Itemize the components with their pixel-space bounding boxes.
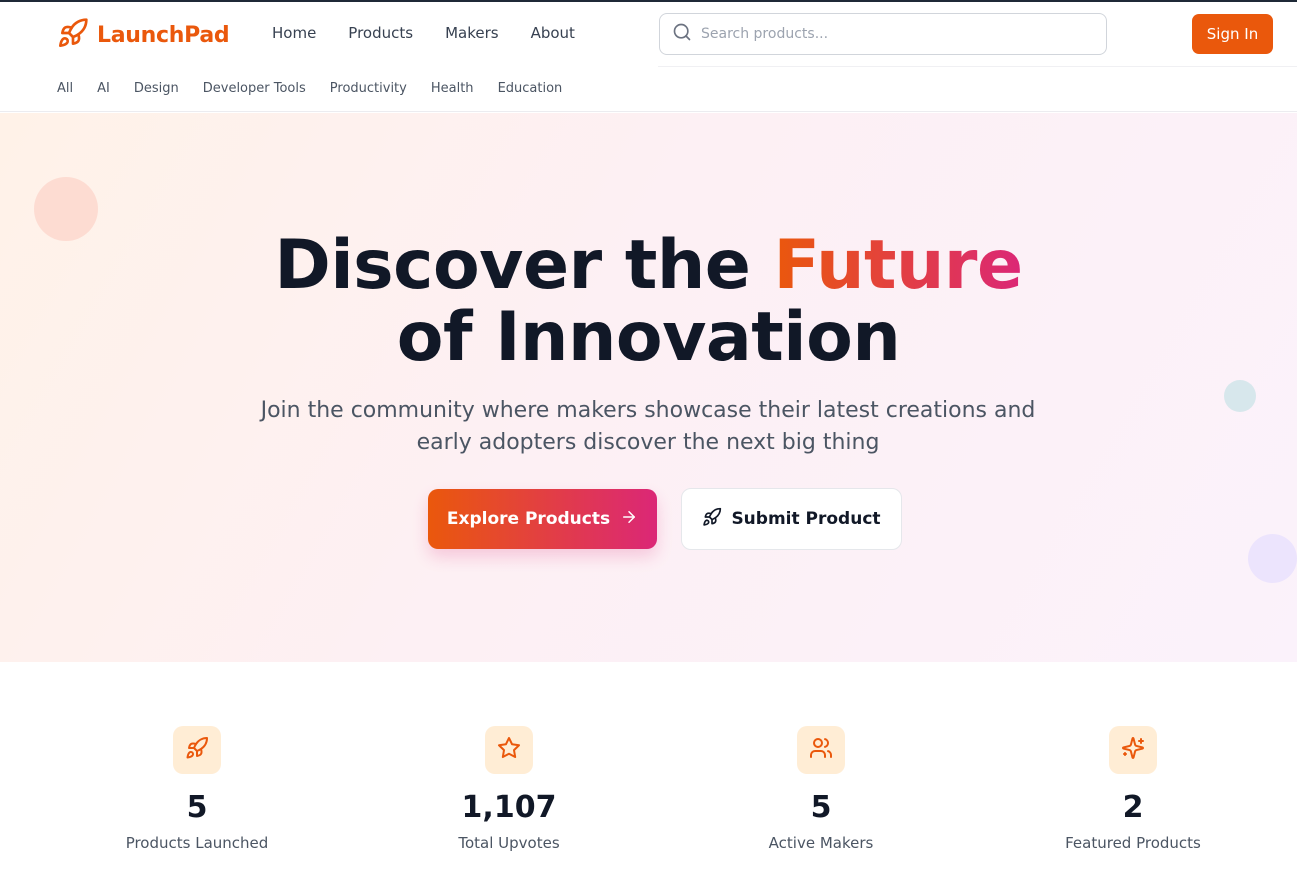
main-navbar: LaunchPad Home Products Makers About Sig… (0, 2, 1297, 67)
brand-logo[interactable]: LaunchPad (57, 17, 230, 53)
search-icon (672, 22, 692, 46)
sparkles-icon (1121, 736, 1145, 764)
stat-icon-box (797, 726, 845, 774)
submit-product-button[interactable]: Submit Product (681, 488, 902, 550)
rocket-icon (185, 736, 209, 764)
navbar-divider (658, 66, 1297, 67)
arrow-right-icon (610, 508, 638, 531)
stat-icon-box (173, 726, 221, 774)
stat-label: Total Upvotes (458, 834, 560, 852)
decorative-bubble (1248, 534, 1297, 583)
stat-label: Products Launched (125, 834, 269, 852)
stat-icon-box (1109, 726, 1157, 774)
category-education[interactable]: Education (498, 81, 563, 96)
category-developer-tools[interactable]: Developer Tools (203, 81, 306, 96)
explore-products-button[interactable]: Explore Products (428, 489, 657, 549)
hero-title-accent: Future (773, 226, 1024, 305)
stat-value: 5 (186, 790, 208, 825)
submit-product-label: Submit Product (731, 509, 881, 529)
category-productivity[interactable]: Productivity (330, 81, 407, 96)
stat-label: Active Makers (768, 834, 874, 852)
hero-title-part1: Discover the (274, 226, 774, 305)
decorative-bubble (1224, 380, 1256, 412)
users-icon (809, 736, 833, 764)
stat-value: 1,107 (461, 790, 557, 825)
stat-total-upvotes: 1,107 Total Upvotes (379, 726, 639, 852)
star-icon (497, 736, 521, 764)
sign-in-button[interactable]: Sign In (1192, 14, 1273, 54)
hero-title-part2: of Innovation (396, 298, 901, 377)
explore-products-label: Explore Products (446, 509, 611, 529)
search-input[interactable] (701, 26, 1081, 42)
hero-subtitle: Join the community where makers showcase… (260, 398, 1036, 455)
stat-value: 5 (810, 790, 832, 825)
rocket-icon (57, 17, 89, 53)
stat-value: 2 (1122, 790, 1144, 825)
nav-link-makers[interactable]: Makers (445, 24, 499, 42)
rocket-icon (702, 507, 731, 532)
site-header: LaunchPad Home Products Makers About Sig… (0, 2, 1297, 112)
nav-link-home[interactable]: Home (272, 24, 316, 42)
stat-label: Featured Products (1065, 834, 1201, 852)
hero-title: Discover the Future of Innovation (0, 230, 1297, 374)
nav-link-products[interactable]: Products (348, 24, 413, 42)
stat-icon-box (485, 726, 533, 774)
search-box[interactable] (659, 13, 1107, 55)
stat-products-launched: 5 Products Launched (67, 726, 327, 852)
category-design[interactable]: Design (134, 81, 179, 96)
hero-section: Discover the Future of Innovation Join t… (0, 113, 1297, 662)
stat-featured-products: 2 Featured Products (1003, 726, 1263, 852)
stat-active-makers: 5 Active Makers (691, 726, 951, 852)
category-all[interactable]: All (57, 81, 73, 96)
category-health[interactable]: Health (431, 81, 474, 96)
nav-link-about[interactable]: About (531, 24, 575, 42)
brand-name: LaunchPad (97, 22, 230, 48)
category-bar: All AI Design Developer Tools Productivi… (57, 81, 586, 96)
primary-nav: Home Products Makers About (272, 24, 607, 42)
category-ai[interactable]: AI (97, 81, 110, 96)
stats-section: 5 Products Launched 1,107 Total Upvotes (0, 662, 1297, 890)
